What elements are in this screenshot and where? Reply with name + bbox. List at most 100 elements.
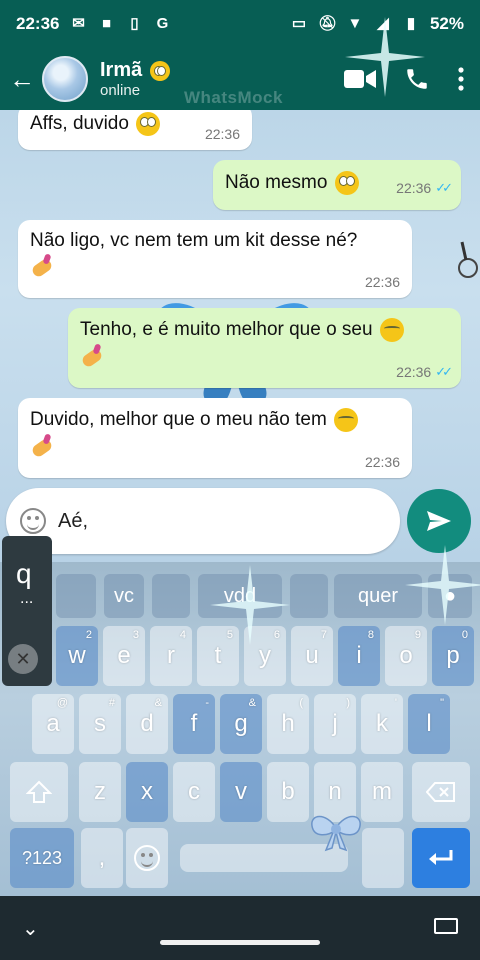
backspace-key[interactable]	[412, 762, 470, 822]
battery-icon: ▮	[406, 15, 416, 32]
key-sublabel: -	[205, 697, 209, 709]
send-button[interactable]	[407, 489, 471, 553]
message-incoming[interactable]: Não ligo, vc nem tem um kit desse né? 22…	[18, 220, 412, 298]
key-m[interactable]: m	[361, 762, 403, 822]
emoji-picker-icon[interactable]	[20, 508, 46, 534]
read-ticks-icon: ✓✓	[435, 364, 453, 379]
message-incoming[interactable]: Affs, duvido 22:36	[18, 110, 252, 150]
mute-icon: 🔕︎	[317, 15, 338, 32]
key-e[interactable]: e3	[103, 626, 145, 686]
message-outgoing[interactable]: Não mesmo 22:36 ✓✓	[213, 160, 461, 210]
contact-name-row: Irmã	[100, 59, 170, 82]
more-options-icon[interactable]	[458, 67, 464, 91]
key-sublabel: &	[248, 697, 256, 709]
key-p[interactable]: p0	[432, 626, 474, 686]
key-h[interactable]: h(	[267, 694, 309, 754]
key-v[interactable]: v	[220, 762, 262, 822]
key-b[interactable]: b	[267, 762, 309, 822]
key-sublabel: 6	[273, 629, 280, 641]
close-icon[interactable]: ✕	[8, 644, 38, 674]
video-call-icon[interactable]	[344, 68, 376, 90]
status-bar: 22:36 ✉ ■ ▯ G ▭ 🔕︎ ▼ ◢ ▮ 52%	[0, 0, 480, 48]
suggestion-item[interactable]: quer	[334, 574, 422, 618]
message-text-row: Tenho, e é muito melhor que o seu	[80, 318, 449, 342]
key-label: f	[190, 710, 198, 737]
key-sublabel: &	[154, 697, 162, 709]
key-label: x	[141, 778, 153, 805]
key-label: g	[234, 710, 248, 737]
suggestion-slot[interactable]	[152, 574, 190, 618]
message-time-text: 22:36	[396, 364, 432, 380]
key-d[interactable]: d &	[126, 694, 168, 754]
keyboard: vc vdd quer ● w2 e3 r4 t5 y6 u7 i8 o9 p0…	[0, 562, 480, 896]
period-key[interactable]	[362, 828, 404, 888]
suggestion-slot[interactable]	[290, 574, 328, 618]
message-time: 22:36	[365, 454, 400, 470]
relieved-emoji-icon	[379, 318, 404, 342]
message-input[interactable]: Aé,	[58, 510, 88, 533]
navigation-bar	[0, 896, 480, 960]
key-sublabel: )	[346, 697, 350, 709]
voice-call-icon[interactable]	[404, 66, 430, 92]
home-handle[interactable]	[160, 940, 320, 945]
nail-polish-emoji-icon	[80, 342, 106, 368]
message-input-container[interactable]: Aé,	[6, 488, 400, 554]
battery-percent: 52%	[429, 14, 464, 33]
message-outgoing[interactable]: Tenho, e é muito melhor que o seu 22:36 ✓…	[68, 308, 461, 388]
key-z[interactable]: z	[79, 762, 121, 822]
key-s[interactable]: s #	[79, 694, 121, 754]
shift-key[interactable]	[10, 762, 68, 822]
key-sublabel: '	[394, 697, 397, 709]
key-k[interactable]: k '	[361, 694, 403, 754]
message-text: Tenho, e é muito melhor que o seu	[80, 319, 373, 341]
key-j[interactable]: j)	[314, 694, 356, 754]
signal-icon: ◢	[377, 15, 389, 32]
key-i[interactable]: i8	[338, 626, 380, 686]
back-arrow-icon[interactable]: ←	[4, 64, 40, 95]
hide-keyboard-icon[interactable]: ⌄	[22, 916, 39, 941]
key-a[interactable]: a @	[32, 694, 74, 754]
key-sublabel: "	[440, 697, 444, 709]
key-f[interactable]: f-	[173, 694, 215, 754]
comma-key[interactable]: ,	[81, 828, 123, 888]
key-x[interactable]: x	[126, 762, 168, 822]
keyboard-switch-icon[interactable]	[434, 918, 458, 934]
key-popup: q ... ✕	[2, 536, 52, 686]
watermark: WhatsMock	[184, 88, 283, 107]
contact-name: Irmã	[100, 59, 143, 81]
wifi-icon: ▼	[347, 15, 363, 32]
key-sublabel: 3	[132, 629, 139, 641]
emoji-key[interactable]	[126, 828, 168, 888]
mic-icon[interactable]: ●	[428, 574, 472, 618]
key-o[interactable]: o9	[385, 626, 427, 686]
key-label: k	[376, 710, 388, 737]
message-time-text: 22:36	[204, 126, 240, 142]
key-w[interactable]: w2	[56, 626, 98, 686]
key-l[interactable]: l "	[408, 694, 450, 754]
key-u[interactable]: u7	[291, 626, 333, 686]
message-text: Affs, duvido	[30, 113, 129, 135]
phone-usage-icon: ▯	[130, 15, 139, 32]
key-t[interactable]: t5	[197, 626, 239, 686]
key-g[interactable]: g &	[220, 694, 262, 754]
key-sublabel: 4	[179, 629, 186, 641]
key-y[interactable]: y6	[244, 626, 286, 686]
key-label: b	[281, 778, 295, 805]
symbols-key-label: ?123	[21, 847, 63, 868]
avatar[interactable]	[42, 56, 88, 102]
key-sublabel: 2	[85, 629, 92, 641]
message-incoming[interactable]: Duvido, melhor que o meu não tem 22:36	[18, 398, 412, 478]
key-r[interactable]: r4	[150, 626, 192, 686]
message-text: Duvido, melhor que o meu não tem	[30, 409, 327, 431]
key-c[interactable]: c	[173, 762, 215, 822]
bow-decoration-icon	[311, 815, 361, 852]
suggestion-item[interactable]: vc	[104, 574, 144, 618]
message-text-row: Duvido, melhor que o meu não tem	[30, 408, 400, 432]
key-label: u	[305, 642, 319, 669]
enter-key[interactable]	[412, 828, 470, 888]
contact-info[interactable]: Irmã online	[100, 59, 170, 99]
suggestion-slot[interactable]	[56, 574, 96, 618]
symbols-key[interactable]: ?123	[10, 828, 74, 888]
suggestion-item[interactable]: vdd	[198, 574, 282, 618]
google-icon: G	[156, 15, 169, 32]
